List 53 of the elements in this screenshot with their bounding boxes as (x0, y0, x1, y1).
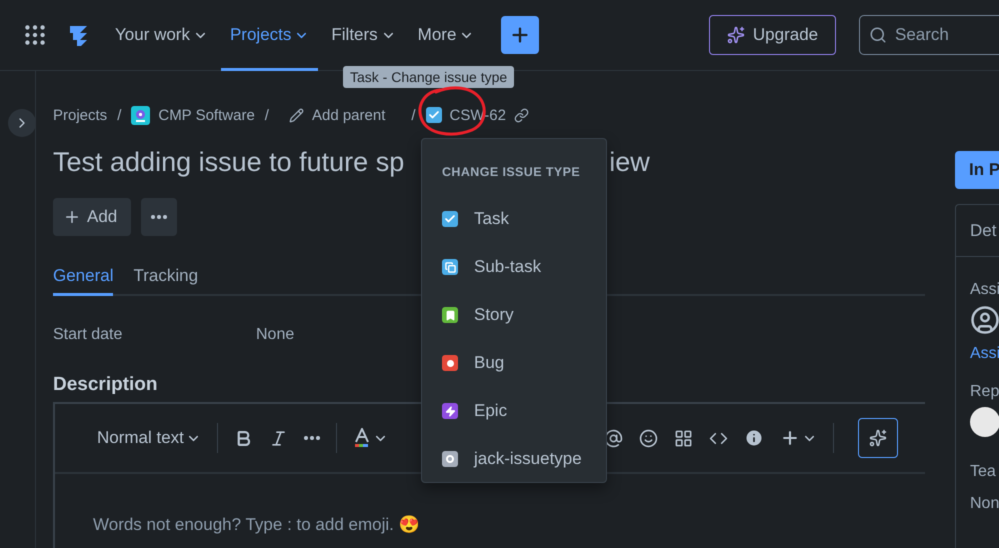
add-button[interactable]: Add (53, 198, 132, 236)
panel-title[interactable]: Det (970, 220, 996, 240)
menu-item-label: jack-issuetype (474, 449, 582, 469)
expand-sidebar-button[interactable] (8, 109, 36, 137)
breadcrumb-separator: / (264, 106, 269, 124)
menu-item-label: Epic (474, 401, 508, 421)
breadcrumb-separator: / (117, 106, 122, 124)
upgrade-button[interactable]: Upgrade (709, 15, 836, 55)
text-style-dropdown[interactable]: Normal text (89, 422, 209, 454)
plus-icon (63, 208, 81, 226)
menu-item-label: Sub-task (474, 257, 542, 277)
smiley-icon (638, 428, 658, 448)
search-field[interactable]: Search (859, 15, 999, 55)
pencil-icon (288, 108, 304, 122)
field-label: Assi (969, 281, 999, 299)
menu-item-label: Bug (474, 353, 504, 373)
tab[interactable]: Tracking (133, 266, 198, 296)
search-icon (869, 26, 887, 44)
field-label: Tea (969, 463, 997, 481)
sparkle-icon (726, 26, 745, 44)
nav-menu-item[interactable]: Projects (220, 0, 318, 70)
field-value[interactable]: None (256, 326, 925, 344)
ai-button[interactable] (858, 418, 898, 458)
tooltip: Task - Change issue type (343, 66, 514, 88)
description-field[interactable]: Words not enough? Type : to add emoji. 😍 (55, 474, 925, 535)
tab[interactable]: General (53, 266, 114, 296)
field-label: Start date (53, 326, 124, 344)
menu-item-label: Task (474, 209, 509, 229)
issue-title[interactable]: Test adding issue to future sp (53, 146, 404, 178)
search-placeholder: Search (895, 25, 949, 45)
sparkle-icon (868, 429, 887, 447)
field-value[interactable]: Non (956, 495, 999, 513)
breadcrumb-link[interactable]: Projects (53, 106, 108, 124)
info-icon (744, 428, 764, 448)
add-parent-link[interactable]: Add parent (312, 106, 386, 124)
checkbox-icon[interactable] (426, 107, 442, 123)
field-label: Rep (969, 383, 999, 401)
nav-menu-item[interactable]: Your work (106, 0, 217, 70)
section-heading: Description (53, 374, 159, 396)
more-icon (151, 215, 168, 219)
assign-link[interactable]: Assi (956, 345, 999, 363)
more-icon (304, 436, 320, 440)
menu-heading: CHANGE ISSUE TYPE (442, 165, 582, 179)
create-button[interactable] (501, 16, 540, 54)
text-color-icon (352, 428, 371, 448)
link-icon[interactable] (514, 108, 529, 122)
breadcrumb-link[interactable]: CMP Software (158, 106, 255, 124)
more-button[interactable] (141, 198, 178, 236)
grid-icon (674, 428, 693, 448)
menu-item-label: Story (474, 305, 514, 325)
breadcrumb-separator: / (411, 106, 416, 124)
project-avatar-icon (131, 106, 150, 124)
issue-title[interactable]: iew (609, 146, 650, 178)
